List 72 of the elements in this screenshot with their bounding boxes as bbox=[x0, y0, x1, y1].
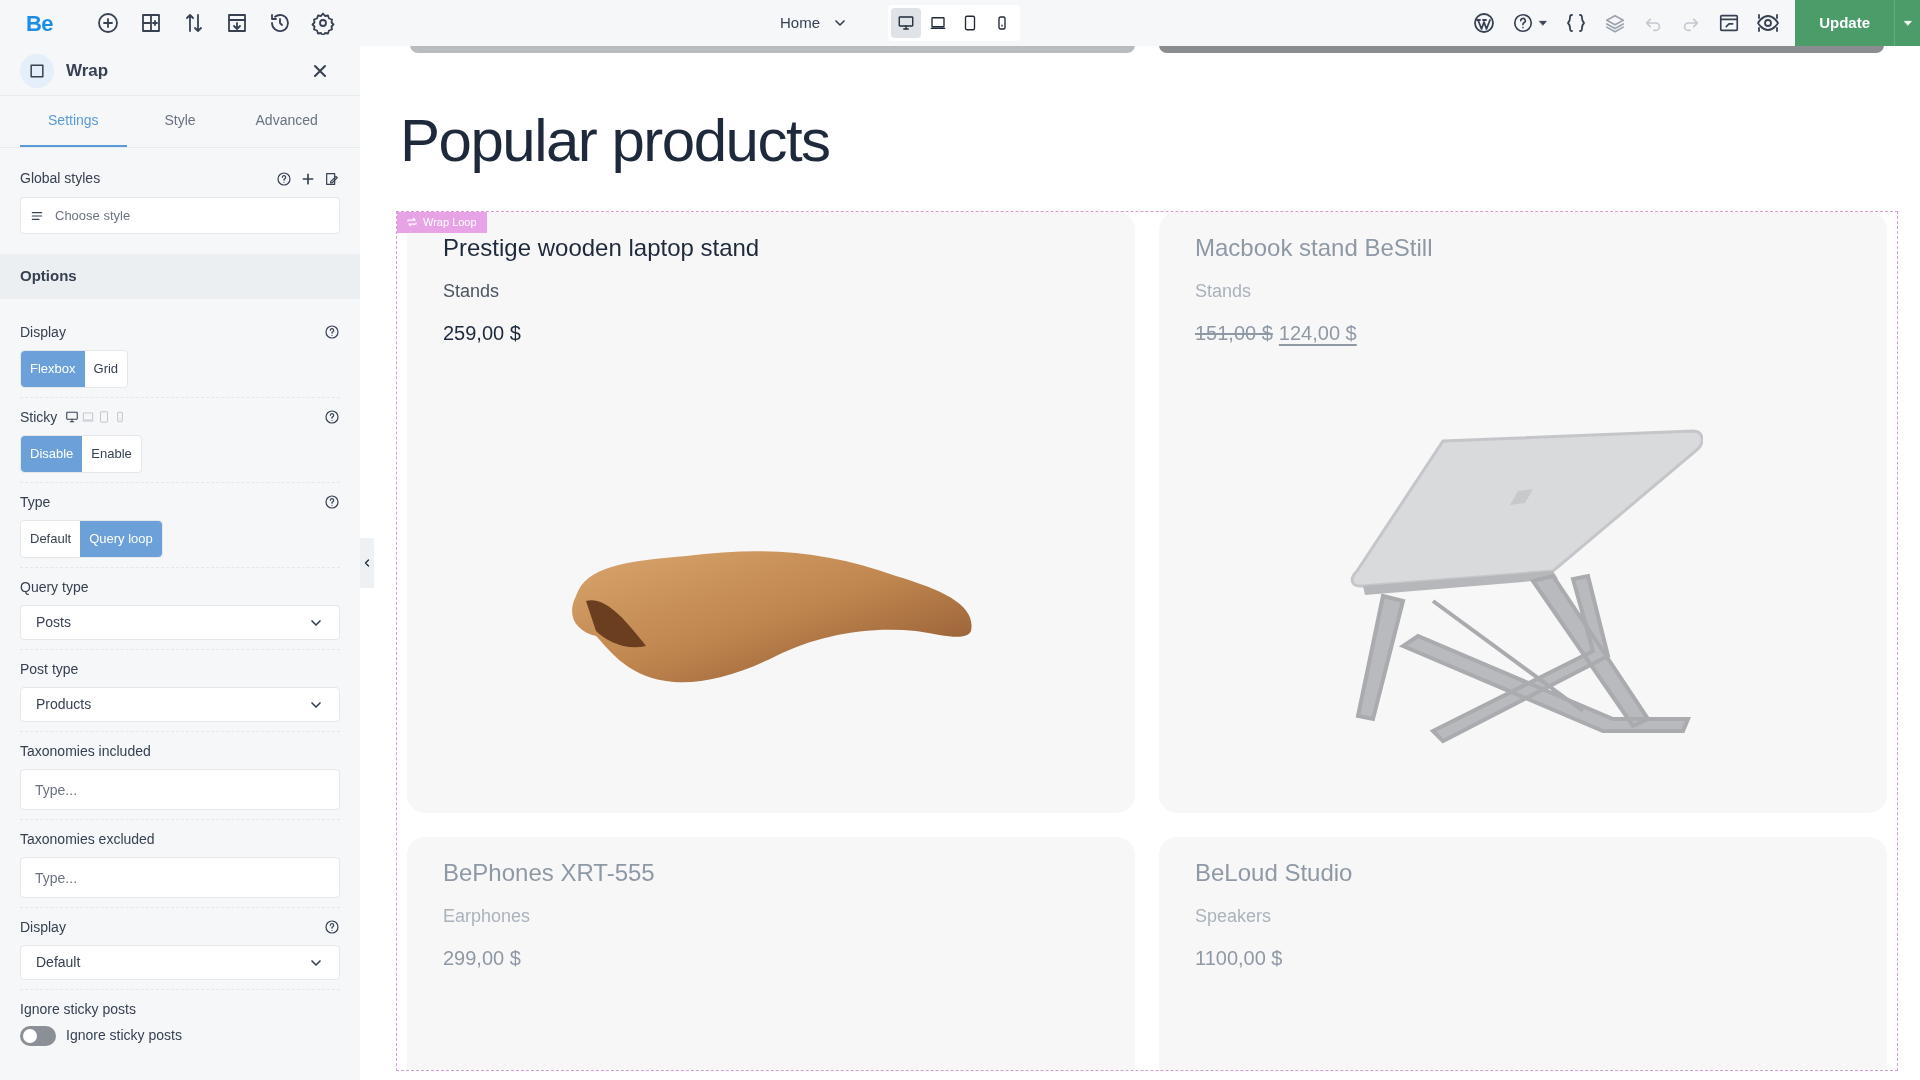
history-icon[interactable] bbox=[268, 11, 292, 35]
panel-title: Wrap bbox=[66, 59, 109, 82]
product-category: Stands bbox=[443, 280, 501, 303]
tab[interactable]: Style bbox=[126, 96, 234, 147]
page-select[interactable]: Home bbox=[768, 11, 860, 35]
product-name[interactable]: BePhones XRT-555 bbox=[443, 855, 1099, 891]
eye-icon[interactable] bbox=[1756, 11, 1781, 35]
product-price: 259,00 $ bbox=[443, 321, 521, 346]
field-label: Taxonomies excluded bbox=[20, 829, 155, 849]
dropdown[interactable]: Posts bbox=[20, 605, 340, 640]
segment-option[interactable]: Default bbox=[21, 521, 81, 557]
segment-option[interactable]: Enable bbox=[82, 436, 141, 472]
field-label: Post type bbox=[20, 659, 79, 679]
help-icon[interactable] bbox=[324, 494, 340, 510]
field-label: Display bbox=[20, 322, 66, 342]
product-card[interactable]: BePhones XRT-555 Earphones 299,00 $ bbox=[407, 837, 1135, 1070]
product-card[interactable]: Macbook stand BeStill Stands 151,00 $ 124,00 $ bbox=[1159, 212, 1887, 813]
loop-icon bbox=[406, 216, 418, 228]
wordpress-icon[interactable] bbox=[1472, 11, 1497, 35]
toggle-switch[interactable] bbox=[20, 1025, 56, 1046]
field-label: Taxonomies included bbox=[20, 741, 151, 761]
help-icon[interactable] bbox=[276, 170, 292, 187]
help-icon[interactable] bbox=[1512, 12, 1535, 34]
dropdown[interactable]: Products bbox=[20, 687, 340, 722]
section-header: Options bbox=[0, 254, 360, 299]
layout-icon[interactable] bbox=[139, 11, 163, 35]
field-label: Display bbox=[20, 917, 66, 937]
product-card[interactable]: BeLoud Studio Speakers 1100,00 $ bbox=[1159, 837, 1887, 1070]
product-category: Stands bbox=[1195, 280, 1253, 303]
product-name[interactable]: BeLoud Studio bbox=[1195, 855, 1851, 891]
settings-icon[interactable] bbox=[311, 11, 335, 35]
product-category: Earphones bbox=[443, 905, 532, 928]
field-label: Global styles bbox=[20, 169, 101, 188]
logo[interactable]: Be bbox=[0, 6, 80, 40]
product-name[interactable]: Macbook stand BeStill bbox=[1195, 230, 1851, 266]
field-label: Query type bbox=[20, 577, 89, 597]
preview-icon[interactable] bbox=[1718, 12, 1741, 34]
tab[interactable]: Settings bbox=[20, 96, 127, 147]
help-icon[interactable] bbox=[324, 919, 340, 935]
field-label: Type bbox=[20, 492, 51, 512]
desktop-icon bbox=[897, 14, 915, 32]
desktop-icon[interactable] bbox=[65, 410, 80, 424]
tab[interactable]: Advanced bbox=[233, 96, 340, 147]
add-icon[interactable] bbox=[96, 11, 120, 35]
desktop-view-button[interactable] bbox=[891, 8, 921, 38]
collapse-handle[interactable] bbox=[360, 538, 374, 588]
segment-option[interactable]: Grid bbox=[84, 351, 128, 387]
input-field[interactable]: Type... bbox=[20, 857, 340, 898]
laptop-icon bbox=[929, 14, 947, 32]
help-icon[interactable] bbox=[324, 324, 340, 340]
product-category: Speakers bbox=[1195, 905, 1273, 928]
old-price: 151,00 $ bbox=[1195, 321, 1273, 346]
caret-icon[interactable] bbox=[1538, 18, 1549, 28]
input-field[interactable]: Type... bbox=[20, 769, 340, 810]
product-price: 124,00 $ bbox=[1278, 321, 1357, 346]
product-price: 299,00 $ bbox=[443, 946, 521, 971]
help-icon[interactable] bbox=[324, 409, 340, 425]
section-heading: Popular products bbox=[399, 111, 831, 171]
toggle-label: Ignore sticky posts bbox=[66, 1026, 182, 1045]
edit-icon[interactable] bbox=[324, 170, 340, 187]
segment-option[interactable]: Flexbox bbox=[21, 351, 85, 387]
product-price: 1100,00 $ bbox=[1195, 946, 1283, 971]
caret-icon bbox=[1902, 18, 1913, 28]
dropdown[interactable]: Default bbox=[20, 945, 340, 980]
style-select[interactable]: Choose style bbox=[20, 197, 340, 234]
product-name[interactable]: Prestige wooden laptop stand bbox=[443, 230, 1099, 266]
field-label: Ignore sticky posts bbox=[20, 999, 136, 1019]
segment-option[interactable]: Disable bbox=[21, 436, 83, 472]
field-label: Sticky bbox=[20, 407, 58, 427]
template-icon[interactable] bbox=[225, 11, 249, 35]
wrap-loop-badge[interactable]: Wrap Loop bbox=[397, 212, 487, 233]
segment-option[interactable]: Query loop bbox=[80, 521, 162, 557]
